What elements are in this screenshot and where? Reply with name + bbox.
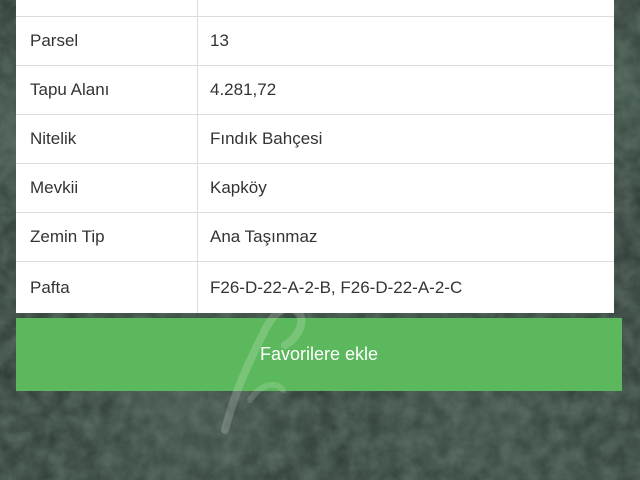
row-label [16, 0, 198, 16]
row-value-mevkii: Kapköy [210, 178, 267, 197]
row-value-nitelik: Fındık Bahçesi [210, 129, 323, 148]
row-label-zemin-tip: Zemin Tip [16, 213, 198, 261]
table-row-pafta: Pafta F26-D-22-A-2-B, F26-D-22-A-2-C [16, 262, 614, 313]
table-row-mevkii: Mevkii Kapköy [16, 164, 614, 213]
table-row-tapu-alani: Tapu Alanı 4.281,72 [16, 66, 614, 115]
row-label-pafta: Pafta [16, 262, 198, 313]
table-row-parsel: Parsel 13 [16, 17, 614, 66]
row-value-pafta: F26-D-22-A-2-B, F26-D-22-A-2-C [210, 277, 463, 297]
parcel-info-table: Parsel 13 Tapu Alanı 4.281,72 Nitelik Fı… [16, 0, 614, 313]
row-value [198, 0, 614, 16]
table-row-zemin-tip: Zemin Tip Ana Taşınmaz [16, 213, 614, 262]
add-to-favorites-button[interactable]: Favorilere ekle [16, 318, 622, 391]
row-value-parsel: 13 [210, 31, 229, 50]
table-row [16, 0, 614, 17]
table-row-nitelik: Nitelik Fındık Bahçesi [16, 115, 614, 164]
row-value-tapu-alani: 4.281,72 [210, 80, 277, 99]
row-label-tapu-alani: Tapu Alanı [16, 66, 198, 114]
row-label-parsel: Parsel [16, 17, 198, 65]
row-label-mevkii: Mevkii [16, 164, 198, 212]
row-value-zemin-tip: Ana Taşınmaz [210, 227, 318, 246]
row-label-nitelik: Nitelik [16, 115, 198, 163]
